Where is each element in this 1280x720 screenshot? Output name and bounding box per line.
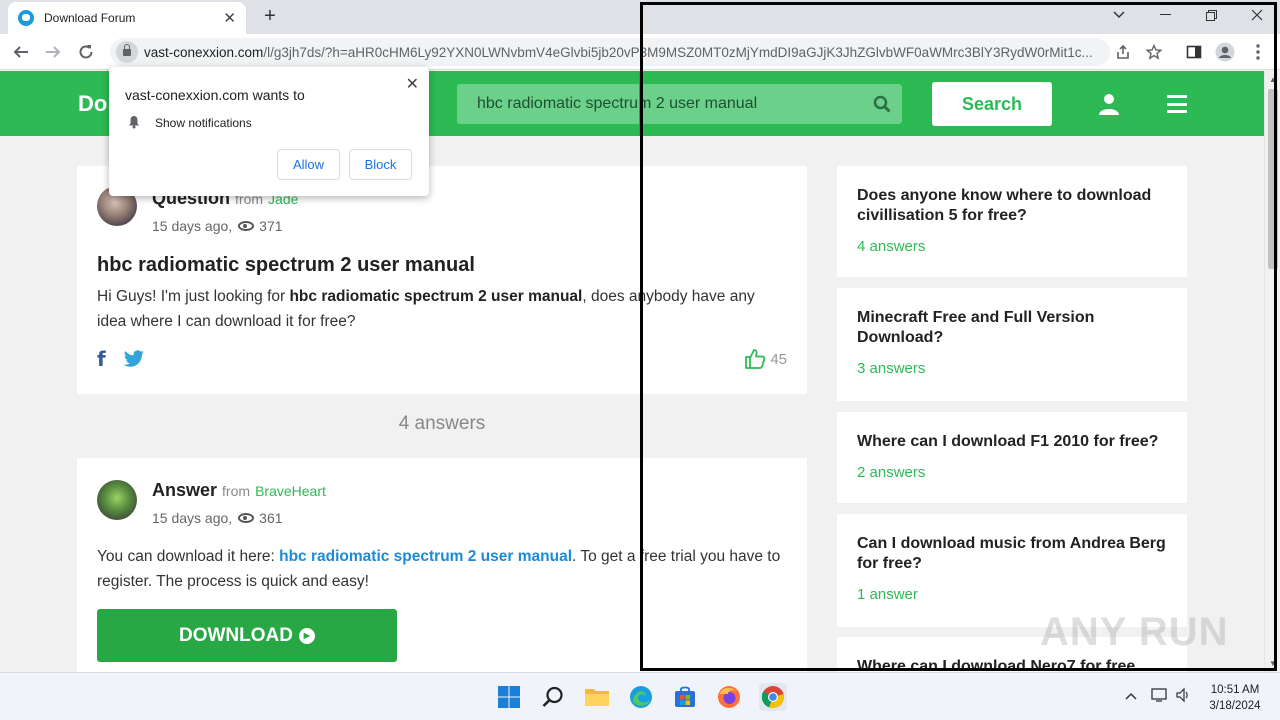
windows-taskbar: 10:51 AM 3/18/2024 [0,672,1280,720]
download-button[interactable]: DOWNLOAD ► [97,609,397,662]
related-question-answers[interactable]: 4 answers [857,238,1167,255]
related-question-card[interactable]: Where can I download F1 2010 for free? 2… [837,412,1187,503]
answer-meta: 15 days ago, 361 [152,510,283,526]
edge-browser-icon[interactable] [627,683,655,711]
anyrun-watermark: ANY RUN [1040,610,1229,654]
chrome-icon[interactable] [759,683,787,711]
related-question-title[interactable]: Can I download music from Andrea Berg fo… [857,534,1167,574]
close-icon[interactable]: ✕ [406,74,419,94]
system-clock[interactable]: 10:51 AM 3/18/2024 [1200,682,1270,714]
twitter-icon[interactable] [123,350,145,368]
allow-button[interactable]: Allow [277,149,340,180]
site-search-input[interactable]: hbc radiomatic spectrum 2 user manual [457,84,902,124]
related-question-title[interactable]: Does anyone know where to download civil… [857,186,1167,226]
scroll-down-arrow-icon[interactable]: ▼ [1269,659,1277,668]
permission-prompt-title: vast-conexxion.com wants to [125,87,305,103]
tab-search-chevron-icon[interactable] [1096,2,1142,28]
profile-avatar-icon[interactable] [1215,42,1235,62]
related-question-title[interactable]: Where can I download F1 2010 for free? [857,432,1167,452]
answers-count: 4 answers [398,413,486,434]
new-tab-button[interactable]: + [258,4,282,28]
url-text: vast-conexxion.com/l/g3jh7ds/?h=aHR0cHM6… [144,44,1093,60]
search-input-value[interactable]: hbc radiomatic spectrum 2 user manual [477,95,862,113]
eye-icon [238,513,255,523]
search-button[interactable]: Search [932,82,1052,126]
lock-icon[interactable] [116,41,138,63]
answer-body: You can download it here: hbc radiomatic… [97,548,781,590]
related-question-card[interactable]: Minecraft Free and Full Version Download… [837,288,1187,401]
question-card: Question from Jade 15 days ago, 371 hbc … [77,166,807,394]
volume-icon[interactable] [1175,687,1191,706]
back-arrow-icon[interactable] [8,39,34,65]
eye-icon [238,221,255,231]
like-counter[interactable]: 45 [744,348,787,370]
permission-type: Show notifications [155,116,252,130]
side-panel-icon[interactable] [1184,42,1204,62]
file-explorer-icon[interactable] [583,683,611,711]
more-menu-icon[interactable] [1248,42,1268,62]
site-logo[interactable]: Do [78,91,107,117]
arrow-circle-icon: ► [298,627,315,644]
chevron-up-icon[interactable] [1125,687,1137,703]
search-icon[interactable] [862,84,902,124]
close-window-button[interactable] [1234,2,1280,28]
answer-author-link[interactable]: BraveHeart [255,483,326,499]
hamburger-menu-icon[interactable] [1167,95,1187,113]
clock-time: 10:51 AM [1210,684,1260,696]
microsoft-store-icon[interactable] [671,683,699,711]
user-icon[interactable] [1098,93,1120,115]
related-question-answers[interactable]: 3 answers [857,360,1167,377]
answer-heading: Answer from BraveHeart [152,480,326,500]
minimize-button[interactable] [1142,2,1188,28]
bookmark-star-icon[interactable] [1144,42,1164,62]
answer-download-link[interactable]: hbc radiomatic spectrum 2 user manual [279,548,572,565]
reload-icon[interactable] [73,39,99,65]
facebook-icon[interactable]: f [97,347,106,371]
site-favicon-icon [18,10,34,26]
restore-button[interactable] [1188,2,1234,28]
scroll-up-arrow-icon[interactable]: ▲ [1269,75,1277,84]
related-question-answers[interactable]: 2 answers [857,464,1167,481]
search-icon[interactable] [539,683,567,711]
firefox-icon[interactable] [715,683,743,711]
bell-icon [129,116,139,129]
like-count: 45 [770,350,787,368]
related-question-answers[interactable]: 1 answer [857,586,1167,603]
scroll-thumb[interactable] [1268,89,1278,269]
question-title: hbc radiomatic spectrum 2 user manual [97,254,475,276]
page-scrollbar[interactable]: ▲ ▼ [1264,71,1280,672]
overlay-accent-bar [639,71,643,136]
windows-start-icon[interactable] [495,683,523,711]
tab-title: Download Forum [44,11,136,25]
answer-views: 361 [259,510,283,526]
question-meta: 15 days ago, 371 [152,218,283,234]
related-question-card[interactable]: Does anyone know where to download civil… [837,166,1187,277]
address-bar[interactable]: vast-conexxion.com/l/g3jh7ds/?h=aHR0cHM6… [110,38,1110,66]
browser-toolbar: vast-conexxion.com/l/g3jh7ds/?h=aHR0cHM6… [0,34,1280,70]
forward-arrow-icon[interactable] [40,39,66,65]
question-body: Hi Guys! I'm just looking for hbc radiom… [97,288,755,330]
question-views: 371 [259,218,283,234]
tab-download-forum[interactable]: Download Forum ✕ [8,2,246,34]
tab-strip: Download Forum ✕ + [0,0,1280,34]
avatar [97,480,137,520]
related-question-title[interactable]: Where can I download Nero7 for free (ful… [857,657,1167,672]
answer-card: Answer from BraveHeart 15 days ago, 361 … [77,458,807,672]
tab-close-icon[interactable]: ✕ [223,9,236,27]
clock-date: 3/18/2024 [1209,700,1261,712]
network-icon[interactable] [1151,687,1169,706]
notification-permission-popup: vast-conexxion.com wants to ✕ Show notif… [109,67,429,196]
block-button[interactable]: Block [349,149,412,180]
related-question-title[interactable]: Minecraft Free and Full Version Download… [857,308,1167,348]
share-icon[interactable] [1113,42,1133,62]
thumbs-up-icon[interactable] [744,348,766,370]
